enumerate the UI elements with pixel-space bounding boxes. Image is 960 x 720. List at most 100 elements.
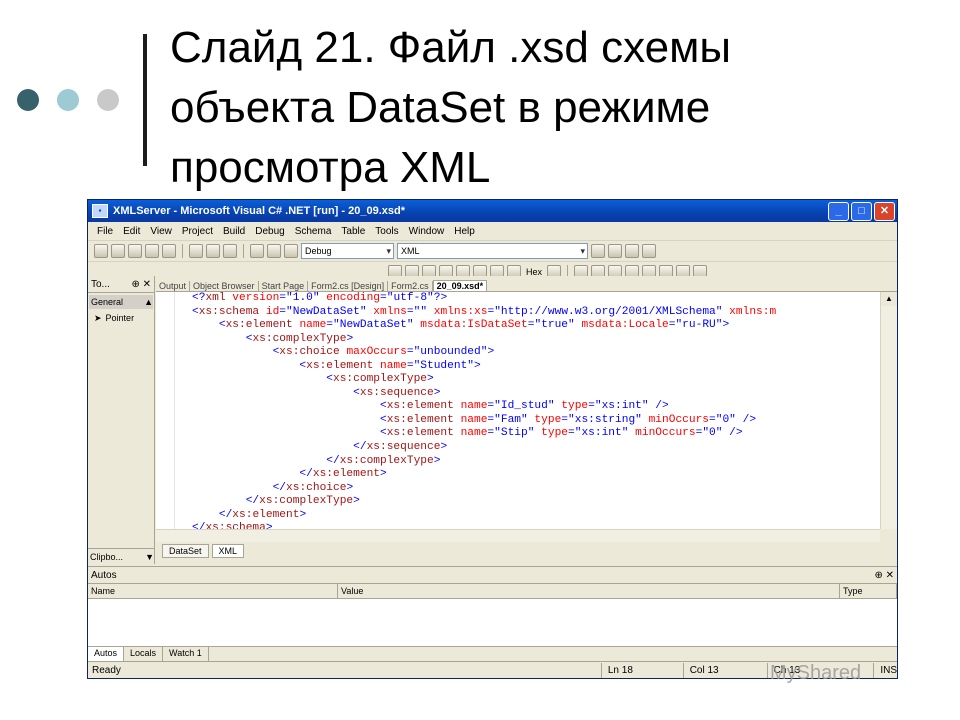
menu-file[interactable]: File: [92, 226, 118, 237]
menu-table[interactable]: Table: [336, 226, 370, 237]
solution-config-combo[interactable]: Debug: [301, 243, 394, 259]
close-button[interactable]: ✕: [874, 201, 895, 221]
menu-help[interactable]: Help: [449, 226, 480, 237]
code-line: <xs:schema id="NewDataSet" xmlns="" xmln…: [192, 305, 777, 318]
menu-schema[interactable]: Schema: [290, 226, 337, 237]
pin-icon[interactable]: ⊕: [874, 570, 882, 581]
maximize-button[interactable]: □: [851, 201, 872, 221]
toolbox-pane: To... ⊕ ✕ General ▲ ➤ Pointer Clipbo... …: [88, 276, 155, 564]
tab-xml-view[interactable]: XML: [211, 544, 245, 558]
class-view-icon[interactable]: [642, 244, 656, 258]
close-icon[interactable]: ✕: [143, 279, 151, 290]
paste-icon[interactable]: [223, 244, 237, 258]
decor-dot-dark: [17, 89, 39, 111]
clipboard-label: Clipbo...: [90, 552, 124, 562]
start-icon[interactable]: [284, 244, 298, 258]
xml-code: <?xml version="1.0" encoding="utf-8"?> <x…: [192, 292, 776, 529]
column-name[interactable]: Name: [88, 584, 338, 598]
vertical-scrollbar[interactable]: ▲: [880, 292, 897, 529]
tab-form2-design[interactable]: Form2.cs [Design]: [308, 281, 389, 291]
code-line: </xs:element>: [218, 508, 307, 521]
scroll-up-icon[interactable]: ▲: [144, 295, 153, 309]
toolbox-tab-clipboard[interactable]: Clipbo... ▼: [88, 548, 154, 564]
toolbox-tab-general[interactable]: General ▲: [89, 295, 153, 309]
horizontal-scrollbar[interactable]: [156, 529, 880, 542]
tab-locals[interactable]: Locals: [124, 647, 164, 661]
tab-watch1[interactable]: Watch 1: [163, 647, 209, 661]
undo-icon[interactable]: [250, 244, 264, 258]
code-line: </xs:element>: [299, 468, 387, 481]
tab-start-page[interactable]: Start Page: [259, 281, 309, 291]
tab-autos[interactable]: Autos: [88, 647, 125, 661]
autos-header: Autos ⊕ ✕: [88, 567, 897, 584]
code-line: </xs:complexType>: [326, 454, 441, 467]
decor-dot-grey: [97, 89, 119, 111]
autos-title: Autos: [91, 569, 117, 581]
menu-project[interactable]: Project: [177, 226, 218, 237]
new-project-icon[interactable]: [94, 244, 108, 258]
autos-pane: Autos ⊕ ✕ Name Value Type: [88, 566, 897, 647]
app-icon: ▪: [92, 204, 108, 218]
column-value[interactable]: Value: [338, 584, 840, 598]
close-icon[interactable]: ✕: [886, 570, 894, 581]
window-titlebar: ▪ XMLServer - Microsoft Visual C# .NET […: [88, 200, 897, 222]
menu-view[interactable]: View: [145, 226, 177, 237]
toolbar-separator: [182, 244, 183, 258]
code-line: <xs:element name="NewDataSet" msdata:IsD…: [218, 319, 730, 332]
tab-dataset-view[interactable]: DataSet: [162, 544, 209, 558]
code-line: </xs:sequence>: [353, 441, 448, 454]
document-tabs: Output Object Browser Start Page Form2.c…: [156, 276, 897, 292]
toolbox-icon[interactable]: [625, 244, 639, 258]
tab-object-browser[interactable]: Object Browser: [190, 281, 259, 291]
toolbox-pointer-label: Pointer: [105, 313, 135, 323]
toolbar-separator: [243, 244, 244, 258]
editor-gutter: [156, 292, 175, 529]
scroll-up-icon[interactable]: ▲: [881, 292, 897, 306]
tab-output[interactable]: Output: [156, 281, 191, 291]
code-line: <xs:complexType>: [245, 332, 354, 345]
open-icon[interactable]: [128, 244, 142, 258]
solution-explorer-icon[interactable]: [591, 244, 605, 258]
code-line: </xs:complexType>: [245, 495, 360, 508]
debug-tabs: Autos Locals Watch 1: [88, 646, 897, 661]
redo-icon[interactable]: [267, 244, 281, 258]
menu-debug[interactable]: Debug: [250, 226, 289, 237]
status-ins: INS: [873, 663, 897, 678]
scroll-down-icon[interactable]: ▼: [145, 549, 154, 564]
view-tabs: DataSet XML: [156, 542, 897, 560]
decor-vertical-line: [143, 34, 147, 166]
autos-columns: Name Value Type: [88, 584, 897, 599]
toolbox-general-label: General: [91, 297, 124, 307]
menu-build[interactable]: Build: [218, 226, 250, 237]
save-all-icon[interactable]: [162, 244, 176, 258]
cut-icon[interactable]: [189, 244, 203, 258]
add-item-icon[interactable]: [111, 244, 125, 258]
standard-toolbar: Debug XML: [88, 241, 897, 262]
tab-xsd-file[interactable]: 20_09.xsd*: [432, 280, 488, 291]
editor-area: Output Object Browser Start Page Form2.c…: [156, 276, 897, 564]
menu-tools[interactable]: Tools: [370, 226, 403, 237]
pin-icon[interactable]: ⊕: [131, 279, 139, 290]
find-combo[interactable]: XML: [397, 243, 588, 259]
menu-edit[interactable]: Edit: [118, 226, 145, 237]
code-line: </xs:schema>: [192, 522, 273, 529]
minimize-button[interactable]: _: [828, 201, 849, 221]
code-line: <xs:sequence>: [353, 386, 441, 399]
status-line: Ln 18: [600, 663, 683, 678]
window-title: XMLServer - Microsoft Visual C# .NET [ru…: [113, 205, 405, 217]
tab-form2-cs[interactable]: Form2.cs: [388, 281, 433, 291]
column-type[interactable]: Type: [840, 584, 897, 598]
code-line: <xs:element name="Stip" type="xs:int" mi…: [379, 427, 743, 440]
code-editor[interactable]: <?xml version="1.0" encoding="utf-8"?> <x…: [156, 292, 880, 529]
code-line: <xs:complexType>: [326, 373, 434, 386]
properties-icon[interactable]: [608, 244, 622, 258]
ide-window: ▪ XMLServer - Microsoft Visual C# .NET […: [87, 199, 898, 679]
menu-window[interactable]: Window: [404, 226, 450, 237]
status-col: Col 13: [682, 663, 767, 678]
decor-dot-light: [57, 89, 79, 111]
save-icon[interactable]: [145, 244, 159, 258]
toolbox-item-pointer[interactable]: ➤ Pointer: [88, 311, 154, 325]
copy-icon[interactable]: [206, 244, 220, 258]
code-line: <?xml version="1.0" encoding="utf-8"?>: [192, 292, 448, 304]
code-line: <xs:element name="Student">: [299, 359, 481, 372]
